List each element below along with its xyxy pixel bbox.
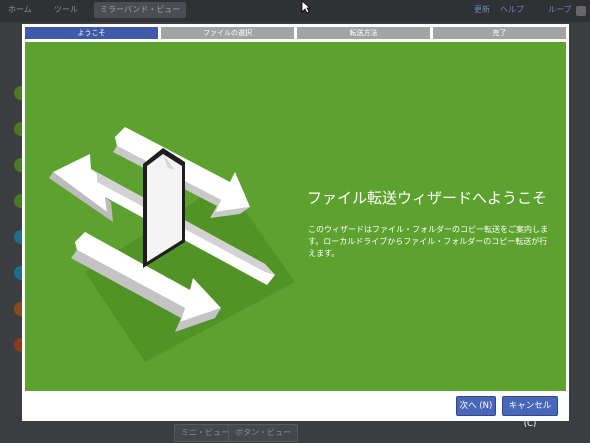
bg-link-loop: ループ — [548, 5, 572, 14]
background-toolbar: ホーム ツール ミラーバンド・ビュー 更新 ヘルプ ループ — [0, 0, 590, 22]
bg-button-view: ボタン・ビュー — [228, 424, 298, 442]
mouse-cursor-icon — [301, 0, 311, 14]
welcome-panel: ファイル転送ウィザードへようこそ このウィザードはファイル・フォルダーのコピー転… — [25, 42, 566, 391]
next-button[interactable]: 次へ (N) — [456, 396, 496, 416]
cancel-button[interactable]: キャンセル(C) — [502, 396, 558, 429]
bg-tab-tools: ツール — [54, 5, 78, 14]
step-select-files: ファイルの選択 — [161, 27, 294, 39]
file-transfer-wizard-dialog: ようこそ ファイルの選択 転送方法 完了 ファイル転送ウィザードへようこそ この… — [22, 24, 569, 429]
wizard-step-bar: ようこそ ファイルの選択 転送方法 完了 — [25, 27, 566, 39]
step-transfer-method: 転送方法 — [297, 27, 430, 39]
bg-link-update: 更新 — [474, 5, 490, 14]
bg-link-help: ヘルプ — [500, 5, 524, 14]
file-transfer-illustration — [49, 127, 295, 362]
bg-tab-home: ホーム — [8, 5, 32, 14]
wizard-title: ファイル転送ウィザードへようこそ — [307, 189, 548, 207]
step-complete: 完了 — [433, 27, 566, 39]
bg-corner-icon — [576, 6, 586, 16]
wizard-description: このウィザードはファイル・フォルダーのコピー転送をご案内します。ローカルドライブ… — [308, 225, 548, 258]
step-welcome: ようこそ — [25, 27, 158, 39]
bg-tab-view: ミラーバンド・ビュー — [94, 2, 187, 18]
